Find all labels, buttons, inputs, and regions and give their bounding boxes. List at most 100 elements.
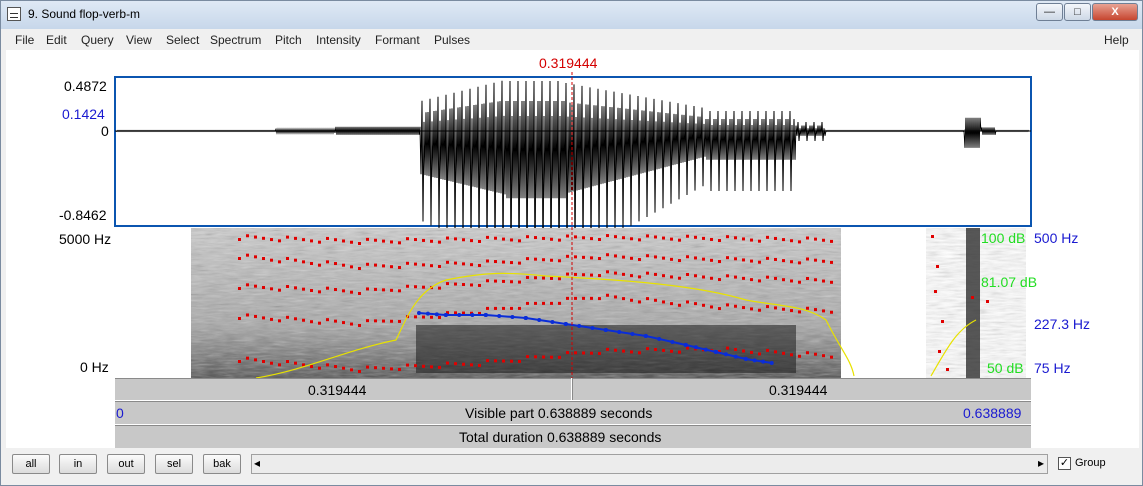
zoom-all-button[interactable]: all (12, 454, 50, 474)
menu-select[interactable]: Select (166, 33, 199, 47)
menu-file[interactable]: File (15, 33, 34, 47)
group-label: Group (1075, 457, 1106, 469)
formant-dot (518, 306, 521, 310)
formant-dot (742, 276, 745, 280)
pitch-point (510, 314, 515, 319)
pitch-point (714, 350, 718, 354)
close-button[interactable]: X (1092, 3, 1138, 21)
menu-help[interactable]: Help (1104, 33, 1129, 47)
menu-pulses[interactable]: Pulses (434, 33, 470, 47)
pitch-point (657, 336, 662, 341)
formant-dot (638, 300, 641, 304)
pitch-cursor-label: 227.3 Hz (1034, 316, 1091, 332)
formant-dot (478, 283, 481, 287)
formant-dot (454, 261, 457, 265)
spectrogram-panel[interactable] (115, 228, 1031, 379)
formant-dot (598, 238, 601, 242)
formant-dot (726, 303, 729, 307)
formant-dot (414, 364, 417, 368)
formant-dot (782, 238, 785, 242)
formant-dot (318, 263, 321, 267)
formant-dot (302, 287, 305, 291)
zoom-selection-button[interactable]: sel (155, 454, 193, 474)
formant-dot (414, 238, 417, 242)
formant-dot (502, 306, 505, 310)
formant-dot (686, 255, 689, 259)
zoom-out-button[interactable]: out (107, 454, 145, 474)
formant-dot (606, 270, 609, 274)
formant-dot (614, 295, 617, 299)
menu-formant[interactable]: Formant (375, 33, 420, 47)
formant-dot (622, 349, 625, 353)
formant-dot (334, 288, 337, 292)
formant-dot (566, 296, 569, 300)
formant-dot (486, 259, 489, 263)
formant-dot (438, 315, 441, 319)
menu-edit[interactable]: Edit (46, 33, 67, 47)
maximize-button[interactable]: □ (1064, 3, 1091, 21)
interval-left-bar[interactable]: 0.319444 (115, 378, 571, 400)
minimize-button[interactable]: — (1036, 3, 1063, 21)
menu-intensity[interactable]: Intensity (316, 33, 361, 47)
formant-dot (742, 237, 745, 241)
zoom-in-button[interactable]: in (59, 454, 97, 474)
praat-sound-window: 9. Sound flop-verb-m — □ X File Edit Que… (0, 0, 1143, 486)
menu-view[interactable]: View (126, 33, 152, 47)
visible-part-bar[interactable]: Visible part 0.638889 seconds (115, 401, 1031, 424)
formant-dot (326, 260, 329, 264)
formant-dot (350, 240, 353, 244)
formant-dot (510, 306, 513, 310)
group-checkbox[interactable]: ✓ (1058, 457, 1071, 470)
formant-dot (686, 234, 689, 238)
formant-dot (406, 284, 409, 288)
pitch-point (644, 334, 648, 338)
formant-dot (654, 298, 657, 302)
formant-dot (502, 237, 505, 241)
editor-area[interactable]: 0.319444 0.4872 0.1424 0 -0.8462 5000 Hz… (6, 50, 1139, 448)
formant-dot (270, 317, 273, 321)
formant-dot (566, 272, 569, 276)
formant-dot (574, 235, 577, 239)
formant-dot (750, 307, 753, 311)
formant-dot (518, 359, 521, 363)
formant-dot (654, 235, 657, 239)
total-duration-bar[interactable]: Total duration 0.638889 seconds (115, 425, 1031, 448)
menu-pitch[interactable]: Pitch (275, 33, 302, 47)
pitch-point (590, 325, 595, 330)
formant-dot (790, 279, 793, 283)
scroll-right-icon[interactable]: ▸ (1038, 456, 1044, 470)
formant-dot (398, 265, 401, 269)
formant-dot (406, 261, 409, 265)
formant-dot (358, 369, 361, 373)
menu-spectrum[interactable]: Spectrum (210, 33, 261, 47)
formant-dot (742, 258, 745, 262)
interval-right-bar[interactable]: 0.319444 (572, 378, 1031, 400)
formant-dot (726, 274, 729, 278)
formant-dot (286, 235, 289, 239)
formant-dot (670, 257, 673, 261)
formant-dot (558, 238, 561, 242)
formant-dot (630, 256, 633, 260)
formant-dot (806, 306, 809, 310)
formant-dot (782, 259, 785, 263)
formant-dot (774, 236, 777, 240)
formant-dot (694, 274, 697, 278)
formant-dot (310, 239, 313, 243)
formant-dot (494, 359, 497, 363)
formant-dot (254, 235, 257, 239)
formant-dot (494, 236, 497, 240)
formant-dot (654, 255, 657, 259)
formant-dot (334, 319, 337, 323)
formant-dot (734, 348, 737, 352)
time-scrollbar[interactable]: ◂ ▸ (251, 454, 1048, 474)
zoom-back-button[interactable]: bak (203, 454, 241, 474)
menu-query[interactable]: Query (81, 33, 114, 47)
formant-dot (454, 311, 457, 315)
scroll-left-icon[interactable]: ◂ (254, 456, 260, 470)
formant-dot (350, 368, 353, 372)
formant-dot (294, 286, 297, 290)
formant-dot (758, 239, 761, 243)
pitch-point (497, 313, 502, 318)
formant-dot (574, 351, 577, 355)
formant-dot (302, 318, 305, 322)
